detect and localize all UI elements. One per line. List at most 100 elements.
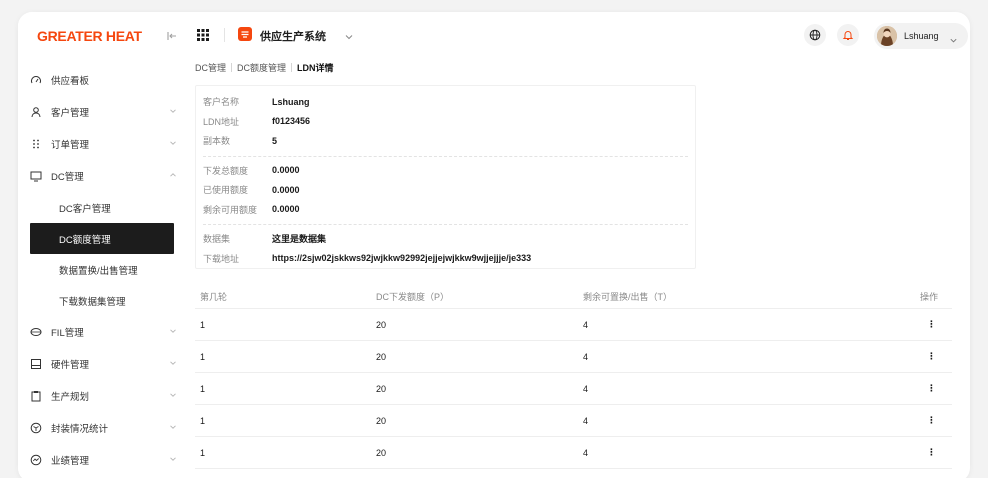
sidebar-item[interactable]: 封装情况统计 xyxy=(18,412,182,444)
row-actions-button[interactable]: ⋮ xyxy=(905,383,952,394)
table-cell: 4 xyxy=(583,447,589,458)
column-header: 剩余可置换/出售（T） xyxy=(583,292,672,302)
sidebar-item[interactable]: 供应看板 xyxy=(18,64,182,96)
sidebar-subitem[interactable]: 下载数据集管理 xyxy=(18,285,182,316)
monitor-icon xyxy=(29,169,43,183)
breadcrumb-current: LDN详情 xyxy=(297,63,334,73)
sidebar-item[interactable]: DC管理 xyxy=(18,160,182,192)
clipboard-icon xyxy=(29,389,43,403)
detail-value: 这里是数据集 xyxy=(272,234,327,245)
detail-row-customer: 客户名称 Lshuang xyxy=(203,92,688,112)
avatar xyxy=(877,26,897,46)
divider xyxy=(203,224,688,225)
sidebar-item-label: FIL管理 xyxy=(51,328,84,339)
detail-label: 已使用额度 xyxy=(203,185,249,196)
table-row: 1 20 4 ⋮ xyxy=(195,373,952,405)
sidebar-item[interactable]: 业绩管理 xyxy=(18,444,182,476)
row-actions-button[interactable]: ⋮ xyxy=(905,447,952,458)
detail-row-used-quota: 已使用额度 0.0000 xyxy=(203,180,688,200)
column-header: 第几轮 xyxy=(200,292,228,302)
detail-row-dataset: 数据集 这里是数据集 xyxy=(203,229,688,249)
ldn-detail-card: 客户名称 Lshuang LDN地址 f0123456 副本数 5 下发总额度 … xyxy=(195,85,696,269)
table-row: 1 20 4 ⋮ xyxy=(195,437,952,469)
sidebar-item-label: 生产规划 xyxy=(51,392,90,403)
table-cell: 4 xyxy=(583,415,589,426)
app-switcher-title[interactable]: 供应生产系统 xyxy=(260,28,326,44)
breadcrumb-item[interactable]: DC额度管理 xyxy=(237,61,286,74)
chevron-down-icon[interactable] xyxy=(344,29,354,40)
table-cell: 20 xyxy=(376,415,387,426)
sidebar-subitem[interactable]: 数据置换/出售管理 xyxy=(18,254,182,285)
app-window: GREATER HEAT 供应看板 客户管理 订单管理 DC管理 DC客户管理 DC额度管… xyxy=(18,12,970,478)
chevron-up-icon xyxy=(168,170,178,180)
server-icon xyxy=(29,357,43,371)
sidebar-subitem[interactable]: DC额度管理 xyxy=(30,223,174,254)
table-cell: 1 xyxy=(200,383,206,394)
gauge-icon xyxy=(29,73,43,87)
table-cell: 1 xyxy=(200,319,206,330)
sidebar-item-label: 硬件管理 xyxy=(51,360,90,371)
notifications-button[interactable] xyxy=(837,24,859,46)
sidebar-item-label: DC管理 xyxy=(51,172,84,183)
bell-icon xyxy=(842,31,854,40)
detail-row-total-quota: 下发总额度 0.0000 xyxy=(203,161,688,181)
apps-grid-icon[interactable] xyxy=(197,28,209,41)
row-actions-button[interactable]: ⋮ xyxy=(905,415,952,426)
detail-label: 下载地址 xyxy=(203,253,240,264)
download-url[interactable]: https://2sjw02jskkws92jwjkkw92992jejjejw… xyxy=(272,253,531,263)
table-cell: 1 xyxy=(200,447,206,458)
detail-row-replicas: 副本数 5 xyxy=(203,131,688,151)
chevron-down-icon xyxy=(168,390,178,400)
table-cell: 4 xyxy=(583,319,589,330)
language-button[interactable] xyxy=(804,24,826,46)
detail-row-download-url: 下载地址 https://2sjw02jskkws92jwjkkw92992je… xyxy=(203,249,688,269)
row-actions-button[interactable]: ⋮ xyxy=(905,319,952,330)
detail-value: 0.0000 xyxy=(272,204,300,215)
sidebar-item[interactable]: 客户管理 xyxy=(18,96,182,128)
table-header: 第几轮 DC下发额度（P） 剩余可置换/出售（T） 操作 xyxy=(195,285,952,309)
detail-value: 0.0000 xyxy=(272,165,300,176)
detail-value: Lshuang xyxy=(272,96,310,107)
detail-value: f0123456 xyxy=(272,116,311,127)
logo: GREATER HEAT xyxy=(37,28,142,44)
table-cell: 20 xyxy=(376,319,387,330)
sidebar-item-label: 供应看板 xyxy=(51,76,90,87)
breadcrumb-separator xyxy=(231,63,232,72)
sidebar-subitem[interactable]: DC客户管理 xyxy=(18,192,182,223)
breadcrumb: DC管理 DC额度管理 LDN详情 xyxy=(195,61,334,74)
sidebar-item[interactable]: 硬件管理 xyxy=(18,348,182,380)
package-icon xyxy=(29,421,43,435)
detail-row-remaining-quota: 剩余可用额度 0.0000 xyxy=(203,200,688,220)
table-row: 1 20 4 ⋮ xyxy=(195,309,952,341)
table-cell: 1 xyxy=(200,351,206,362)
dots-grid-icon xyxy=(29,137,43,151)
sidebar-item[interactable]: FIL管理 xyxy=(18,316,182,348)
sidebar-nav: 供应看板客户管理订单管理 DC管理 DC客户管理 DC额度管理 数据置换/出售管理 下载数… xyxy=(18,64,182,476)
sidebar-item-label: 订单管理 xyxy=(51,140,90,151)
row-actions-button[interactable]: ⋮ xyxy=(905,351,952,362)
table-row: 1 20 4 ⋮ xyxy=(195,405,952,437)
sidebar-item[interactable]: 订单管理 xyxy=(18,128,182,160)
collapse-sidebar-icon[interactable] xyxy=(166,30,178,42)
table-cell: 4 xyxy=(583,383,589,394)
user-name: Lshuang xyxy=(904,31,939,41)
divider xyxy=(203,155,688,157)
divider xyxy=(224,28,225,42)
column-header: 操作 xyxy=(919,292,938,302)
detail-label: 数据集 xyxy=(203,234,231,245)
chevron-down-icon xyxy=(168,326,178,336)
detail-value: 5 xyxy=(272,135,278,146)
detail-label: 客户名称 xyxy=(203,97,240,108)
table-cell: 1 xyxy=(200,415,206,426)
detail-label: 副本数 xyxy=(203,136,231,147)
table-cell: 20 xyxy=(376,383,387,394)
breadcrumb-item[interactable]: DC管理 xyxy=(195,61,226,74)
user-menu[interactable]: Lshuang xyxy=(874,23,968,49)
coin-icon xyxy=(29,325,43,339)
topbar: 供应生产系统 Lshuang xyxy=(182,12,970,58)
sidebar-item[interactable]: 生产规划 xyxy=(18,380,182,412)
sidebar: GREATER HEAT 供应看板客户管理订单管理 DC管理 DC客户管理 DC额度管… xyxy=(18,12,182,478)
user-icon xyxy=(29,105,43,119)
column-header: DC下发额度（P） xyxy=(376,292,450,302)
chevron-down-icon xyxy=(168,138,178,148)
